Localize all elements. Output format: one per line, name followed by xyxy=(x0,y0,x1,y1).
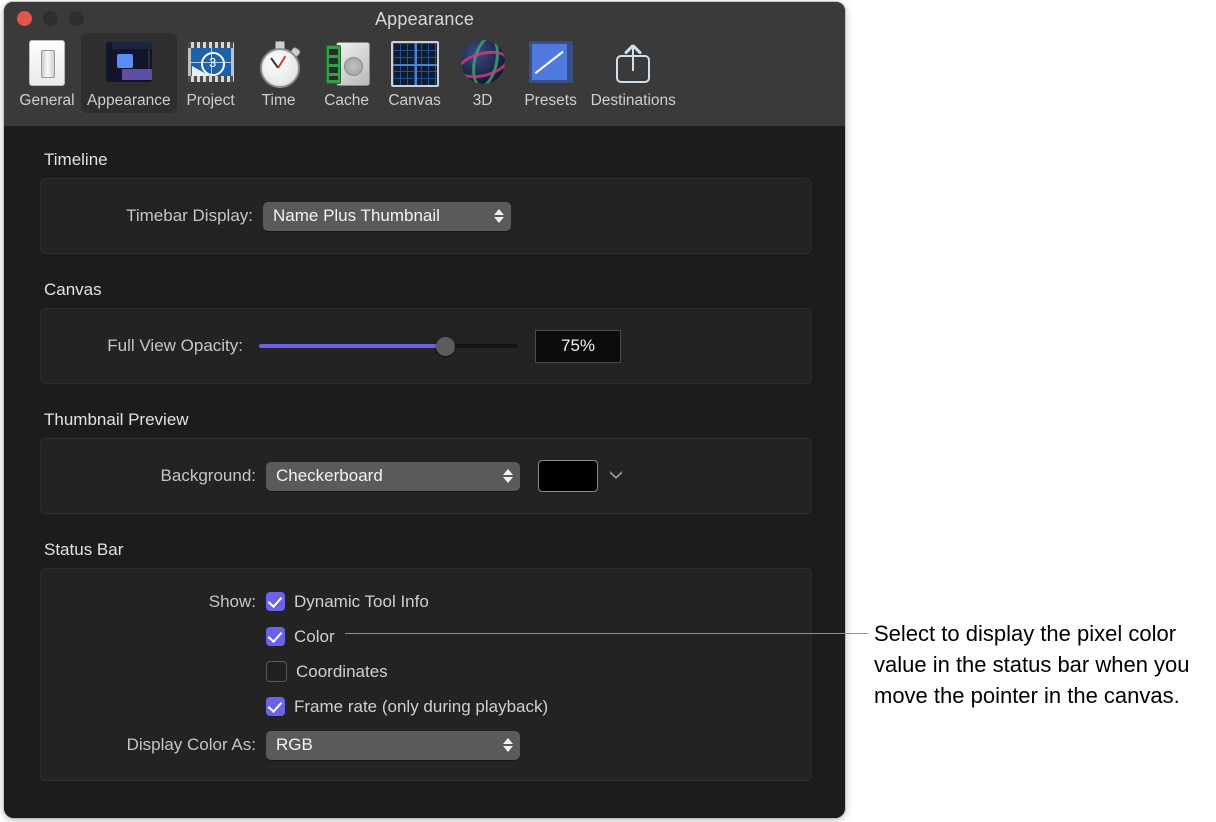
checkbox-label: Color xyxy=(294,627,335,647)
toolbar-tab-appearance[interactable]: Appearance xyxy=(81,33,177,113)
section-heading-canvas: Canvas xyxy=(44,280,845,300)
checkbox-box[interactable] xyxy=(266,627,285,646)
checkbox-label: Frame rate (only during playback) xyxy=(294,697,548,717)
display-color-as-label: Display Color As: xyxy=(41,735,256,755)
toolbar-tab-label: Presets xyxy=(524,92,577,110)
resize-arrow-icon xyxy=(526,37,576,87)
checkbox-label: Dynamic Tool Info xyxy=(294,592,429,612)
background-label: Background: xyxy=(41,466,256,486)
checkbox-box[interactable] xyxy=(266,661,287,682)
chevron-updown-icon xyxy=(502,466,514,486)
toolbar-tab-label: 3D xyxy=(473,92,493,110)
toolbar-tab-label: General xyxy=(19,92,74,110)
canvas-panel: Full View Opacity: 75% xyxy=(40,308,812,384)
sphere-orbit-icon xyxy=(458,37,508,87)
checkbox-frame-rate[interactable]: Frame rate (only during playback) xyxy=(266,697,548,717)
toolbar-tab-label: Cache xyxy=(324,92,369,110)
timeline-panel: Timebar Display: Name Plus Thumbnail xyxy=(40,178,812,254)
toolbar-tab-presets[interactable]: Presets xyxy=(517,33,585,113)
checkbox-dynamic-tool-info[interactable]: Dynamic Tool Info xyxy=(266,592,429,612)
checkbox-coordinates[interactable]: Coordinates xyxy=(266,661,388,682)
toolbar-tab-label: Appearance xyxy=(87,92,171,110)
toolbar-tab-label: Project xyxy=(186,92,234,110)
thumbnail-preview-panel: Background: Checkerboard xyxy=(40,438,812,514)
show-label: Show: xyxy=(41,592,256,612)
section-heading-thumbnail-preview: Thumbnail Preview xyxy=(44,410,845,430)
toolbar-tab-label: Destinations xyxy=(591,92,676,110)
full-view-opacity-label: Full View Opacity: xyxy=(41,336,243,356)
grid-canvas-icon xyxy=(390,37,440,87)
film-countdown-icon: 3 xyxy=(186,37,236,87)
toolbar-tab-label: Time xyxy=(262,92,296,110)
toolbar-tab-general[interactable]: General xyxy=(13,33,81,113)
toolbar-tab-3d[interactable]: 3D xyxy=(449,33,517,113)
preferences-toolbar: General Appearance 3 Project xyxy=(13,33,682,123)
section-heading-timeline: Timeline xyxy=(44,150,845,170)
timebar-display-value: Name Plus Thumbnail xyxy=(273,206,440,226)
slider-thumb[interactable] xyxy=(436,337,455,356)
status-bar-panel: Show: Dynamic Tool Info Color xyxy=(40,568,812,781)
display-color-as-dropdown[interactable]: RGB xyxy=(266,731,520,760)
toolbar-tab-canvas[interactable]: Canvas xyxy=(381,33,449,113)
toolbar-tab-label: Canvas xyxy=(388,92,441,110)
chevron-updown-icon xyxy=(493,206,505,226)
toolbar-tab-project[interactable]: 3 Project xyxy=(177,33,245,113)
window-layout-icon xyxy=(104,37,154,87)
slider-fill xyxy=(259,344,445,348)
chevron-updown-icon xyxy=(502,735,514,755)
checkbox-box[interactable] xyxy=(266,697,285,716)
callout-text: Select to display the pixel color value … xyxy=(874,618,1214,711)
stopwatch-icon xyxy=(254,37,304,87)
chevron-down-icon[interactable] xyxy=(610,469,624,483)
hard-drive-ram-icon xyxy=(322,37,372,87)
background-color-swatch[interactable] xyxy=(538,460,598,492)
timebar-display-dropdown[interactable]: Name Plus Thumbnail xyxy=(263,202,511,231)
toolbar-tab-destinations[interactable]: Destinations xyxy=(585,33,682,113)
share-export-icon xyxy=(608,37,658,87)
toolbar-tab-cache[interactable]: Cache xyxy=(313,33,381,113)
timebar-display-label: Timebar Display: xyxy=(41,206,253,226)
preferences-window: Appearance General Appearance 3 xyxy=(4,2,845,818)
preferences-content: Timeline Timebar Display: Name Plus Thum… xyxy=(4,126,845,818)
full-view-opacity-slider[interactable] xyxy=(259,336,518,356)
background-value: Checkerboard xyxy=(276,466,383,486)
toolbar-tab-time[interactable]: Time xyxy=(245,33,313,113)
background-dropdown[interactable]: Checkerboard xyxy=(266,462,520,491)
display-color-as-value: RGB xyxy=(276,735,313,755)
callout-leader-line xyxy=(345,633,868,634)
window-titlebar: Appearance General Appearance 3 xyxy=(4,2,845,126)
section-heading-status-bar: Status Bar xyxy=(44,540,845,560)
screenshot-root: Appearance General Appearance 3 xyxy=(0,0,1216,822)
full-view-opacity-value[interactable]: 75% xyxy=(535,330,621,363)
checkbox-box[interactable] xyxy=(266,592,285,611)
checkbox-label: Coordinates xyxy=(296,662,388,682)
window-title: Appearance xyxy=(4,9,845,30)
checkbox-color[interactable]: Color xyxy=(266,627,335,647)
toggle-switch-icon xyxy=(22,37,72,87)
